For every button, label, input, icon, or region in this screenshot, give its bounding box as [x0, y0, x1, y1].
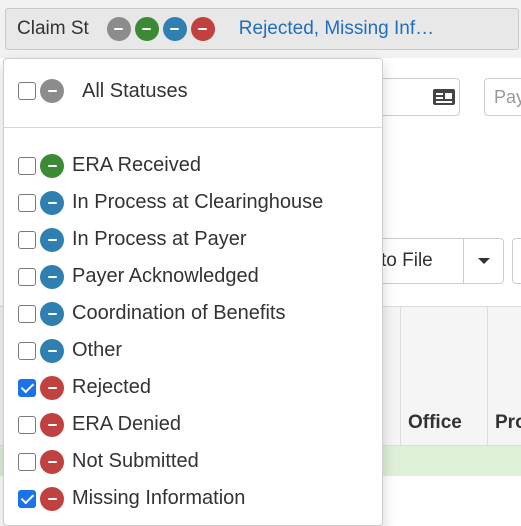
column-divider	[400, 306, 401, 446]
menu-item-rejected[interactable]: Rejected	[18, 369, 323, 406]
blue-minus-icon	[40, 338, 64, 363]
menu-item-label: All Statuses	[82, 79, 188, 102]
red-minus-icon	[40, 449, 64, 474]
menu-item-in-process-at-payer[interactable]: In Process at Payer	[18, 221, 323, 258]
menu-item-label: ERA Received	[72, 154, 201, 176]
menu-item-label: Payer Acknowledged	[72, 265, 259, 287]
menu-item-label: In Process at Payer	[72, 228, 247, 250]
menu-item-era-received[interactable]: ERA Received	[18, 147, 323, 184]
menu-item-coordination-of-benefits[interactable]: Coordination of Benefits	[18, 295, 323, 332]
menu-item-label: Rejected	[72, 376, 151, 398]
claim-status-label: Claim St	[17, 18, 89, 39]
export-caret-button[interactable]	[464, 238, 504, 284]
menu-item-missing-information[interactable]: Missing Information	[18, 480, 323, 517]
checkbox[interactable]	[18, 193, 36, 212]
status-options-list: ERA Received In Process at Clearinghouse I…	[18, 147, 323, 517]
status-blue-minus-icon	[162, 17, 187, 41]
checkbox-checked[interactable]	[18, 378, 36, 397]
menu-item-other[interactable]: Other	[18, 332, 323, 369]
claim-status-menu: All Statuses ERA Received In Process at C…	[3, 58, 383, 526]
blue-minus-icon	[40, 190, 64, 215]
checkbox[interactable]	[18, 230, 36, 249]
checkbox[interactable]	[18, 341, 36, 360]
menu-item-not-submitted[interactable]: Not Submitted	[18, 443, 323, 480]
checkbox[interactable]	[18, 267, 36, 286]
selected-statuses-text: Rejected, Missing Inf…	[238, 18, 435, 39]
checkbox[interactable]	[18, 415, 36, 434]
checkbox-checked[interactable]	[18, 489, 36, 508]
status-green-minus-icon	[134, 17, 159, 41]
blue-minus-icon	[40, 301, 64, 326]
menu-item-all-statuses[interactable]: All Statuses	[18, 78, 188, 104]
status-red-minus-icon	[190, 17, 215, 41]
menu-item-label: Other	[72, 339, 123, 361]
checkbox[interactable]	[18, 304, 36, 323]
column-divider	[487, 306, 488, 446]
column-header-office[interactable]: Office	[408, 412, 462, 434]
red-minus-icon	[40, 412, 64, 437]
red-minus-icon	[40, 375, 64, 400]
menu-item-label: Coordination of Benefits	[72, 302, 286, 324]
column-header-provider[interactable]: Pro	[495, 412, 521, 434]
payer-input[interactable]: Pay	[484, 78, 521, 116]
menu-item-label: Not Submitted	[72, 450, 199, 472]
status-gray-minus-icon	[106, 17, 131, 41]
green-minus-icon	[40, 153, 64, 178]
gray-minus-icon	[40, 79, 64, 103]
red-minus-icon	[40, 486, 64, 511]
menu-item-era-denied[interactable]: ERA Denied	[18, 406, 323, 443]
all-statuses-checkbox[interactable]	[18, 82, 36, 100]
calendar-card-icon[interactable]	[432, 88, 456, 106]
next-toolbar-button[interactable]	[512, 238, 521, 284]
menu-item-in-process-at-clearinghouse[interactable]: In Process at Clearinghouse	[18, 184, 323, 221]
menu-item-payer-acknowledged[interactable]: Payer Acknowledged	[18, 258, 323, 295]
checkbox[interactable]	[18, 156, 36, 175]
blue-minus-icon	[40, 264, 64, 289]
checkbox[interactable]	[18, 452, 36, 471]
claim-status-dropdown-toggle[interactable]: Claim St Rejected, Missing Inf…	[5, 8, 519, 50]
menu-item-label: Missing Information	[72, 487, 246, 509]
blue-minus-icon	[40, 227, 64, 252]
menu-item-label: In Process at Clearinghouse	[72, 191, 324, 213]
menu-item-label: ERA Denied	[72, 413, 181, 435]
menu-divider	[4, 127, 382, 128]
